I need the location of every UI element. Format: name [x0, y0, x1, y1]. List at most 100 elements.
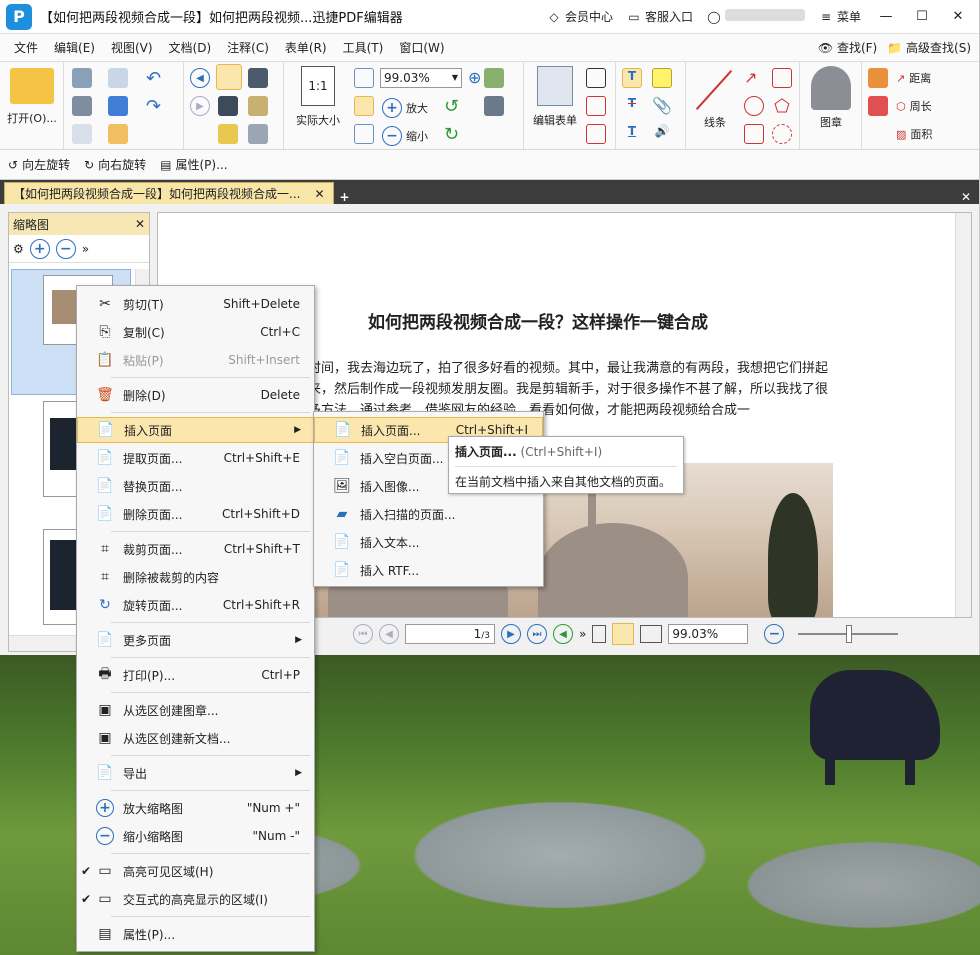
pentagon-icon[interactable]: ⬠ [772, 96, 792, 117]
menu-item-shrink-thumbs[interactable]: − 缩小缩略图 "Num -" [77, 823, 314, 849]
distance-button[interactable]: ↗ 距离 [896, 70, 931, 86]
line-button[interactable]: 线条 [690, 66, 740, 130]
maximize-button[interactable]: ☐ [911, 9, 933, 24]
new-doc-icon[interactable] [108, 124, 128, 144]
double-chevron-icon[interactable]: » [82, 242, 89, 256]
perimeter-button[interactable]: ⬡ 周长 [896, 98, 932, 114]
rotate-ccw-icon[interactable]: ↺ [444, 96, 464, 117]
menu-item-properties[interactable]: ▤ 属性(P)... [77, 921, 314, 947]
advanced-find-button[interactable]: 📁 高级查找(S) [887, 39, 971, 56]
snapshot-icon[interactable] [248, 68, 268, 88]
scan-icon[interactable] [108, 96, 128, 116]
menu-comment[interactable]: 注释(C) [219, 39, 277, 56]
zoom-in-button[interactable]: + 放大 [382, 98, 428, 118]
customer-service-button[interactable]: ▭ 客服入口 [627, 8, 693, 25]
prev-page-icon[interactable]: ◀ [379, 624, 399, 644]
attach-icon[interactable]: 📎 [652, 96, 672, 116]
menu-file[interactable]: 文件 [6, 39, 46, 56]
gear-icon[interactable]: ⚙ [13, 242, 24, 256]
fit-width-icon[interactable] [354, 96, 374, 116]
open-button[interactable]: 打开(O)... [6, 68, 58, 126]
tab-close-icon[interactable]: ✕ [314, 187, 324, 201]
menu-item-print[interactable]: 🖶 打印(P)... Ctrl+P [77, 662, 314, 688]
menu-item-crop-page[interactable]: ⌗ 裁剪页面... Ctrl+Shift+T [77, 536, 314, 562]
text-box-icon[interactable] [586, 96, 606, 116]
edit-form-button[interactable]: 编辑表单 [528, 66, 582, 128]
underline-icon[interactable]: T [622, 124, 642, 144]
select-text-icon[interactable] [218, 96, 238, 116]
chevron-icon[interactable]: » [579, 627, 586, 641]
menu-edit[interactable]: 编辑(E) [46, 39, 103, 56]
status-zoom-out-icon[interactable]: − [764, 624, 785, 644]
sound-icon[interactable]: 🔊 [652, 124, 672, 144]
menu-item-insert-page[interactable]: 📄 插入页面 ▶ [77, 417, 314, 443]
actual-size-button[interactable]: 1:1 实际大小 [292, 66, 344, 128]
save-icon[interactable] [72, 68, 92, 88]
menu-item-rotate-page[interactable]: ↻ 旋转页面... Ctrl+Shift+R [77, 592, 314, 618]
back-icon[interactable]: ◀ [190, 68, 210, 88]
zoom-select[interactable]: 99.03% ▼ [380, 68, 462, 88]
rotate-left-button[interactable]: ↺ 向左旋转 [8, 156, 70, 173]
strikeout-icon[interactable]: T [622, 96, 642, 116]
forward-icon[interactable]: ▶ [190, 96, 210, 116]
menu-item-delete[interactable]: 🗑 删除(D) Delete [77, 382, 314, 408]
menu-window[interactable]: 窗口(W) [391, 39, 452, 56]
pencil-icon[interactable] [868, 68, 888, 88]
properties-button[interactable]: ▤ 属性(P)... [160, 156, 227, 173]
menu-item-cut[interactable]: ✂ 剪切(T) Shift+Delete [77, 291, 314, 317]
email-icon[interactable] [108, 68, 128, 88]
menu-item-replace-page[interactable]: 📄 替换页面... [77, 473, 314, 499]
undo-icon[interactable]: ↶ [146, 68, 166, 89]
cloud-icon[interactable] [772, 124, 792, 144]
note-icon[interactable] [218, 124, 238, 144]
arrow-icon[interactable]: ↗ [744, 68, 764, 88]
vip-center-button[interactable]: ◇ 会员中心 [547, 8, 613, 25]
text-field-icon[interactable] [586, 68, 606, 88]
find-button[interactable]: 👁 查找(F) [818, 39, 877, 56]
hand-tool-icon[interactable] [216, 64, 242, 90]
comment-icon[interactable] [652, 68, 672, 88]
stamp-button[interactable]: 图章 [806, 66, 856, 130]
new-tab-icon[interactable]: + [340, 190, 350, 204]
menu-item-extract-page[interactable]: 📄 提取页面... Ctrl+Shift+E [77, 445, 314, 471]
menu-item-delete-cropped[interactable]: ⌗ 删除被裁剪的内容 [77, 564, 314, 590]
close-button[interactable]: ✕ [947, 9, 969, 24]
main-menu-button[interactable]: ≡ 菜单 [819, 8, 861, 25]
facing-page-icon[interactable] [640, 625, 663, 643]
history-back-icon[interactable]: ◀ [553, 624, 573, 644]
clipboard-icon[interactable] [248, 96, 268, 116]
eraser-icon[interactable] [868, 96, 888, 116]
zoom-slider-knob[interactable] [846, 625, 853, 643]
polyline-icon[interactable] [772, 68, 792, 88]
menu-document[interactable]: 文档(D) [161, 39, 220, 56]
highlight-text-icon[interactable]: T [622, 68, 642, 88]
menu-item-interactive-highlight[interactable]: ✔ ▭ 交互式的高亮显示的区域(I) [77, 886, 314, 912]
fit-page-icon[interactable] [354, 68, 374, 88]
redo-icon[interactable]: ↷ [146, 96, 166, 117]
page-tools-icon[interactable] [248, 124, 268, 144]
status-zoom-select[interactable]: 99.03% [668, 624, 749, 644]
menu-item-create-document[interactable]: ▣ 从选区创建新文档... [77, 725, 314, 751]
image-tool-icon[interactable] [484, 68, 504, 88]
menu-item-enlarge-thumbs[interactable]: + 放大缩略图 "Num +" [77, 795, 314, 821]
rectangle-icon[interactable] [744, 124, 764, 144]
close-all-icon[interactable]: ✕ [961, 190, 971, 204]
thumb-zoom-out-icon[interactable]: − [55, 238, 76, 259]
submenu-insert-scanned[interactable]: ▰ 插入扫描的页面... [314, 501, 543, 527]
user-account[interactable]: ◯ [707, 9, 805, 24]
zoom-out-button[interactable]: − 缩小 [382, 126, 428, 146]
rotate-cw-icon[interactable]: ↻ [444, 124, 464, 145]
submenu-insert-text[interactable]: 📄 插入文本... [314, 529, 543, 555]
export-doc-icon[interactable] [72, 124, 92, 144]
ellipse-icon[interactable] [744, 96, 764, 116]
minimize-button[interactable]: — [875, 9, 897, 24]
last-page-icon[interactable]: ⏭ [527, 624, 547, 644]
fit-visible-icon[interactable] [354, 124, 374, 144]
next-page-icon[interactable]: ▶ [501, 624, 521, 644]
menu-tools[interactable]: 工具(T) [335, 39, 392, 56]
single-page-icon[interactable] [592, 625, 607, 643]
menu-item-copy[interactable]: ⎘ 复制(C) Ctrl+C [77, 319, 314, 345]
thumb-zoom-in-icon[interactable]: + [29, 238, 50, 259]
callout-icon[interactable] [586, 124, 606, 144]
menu-item-create-stamp[interactable]: ▣ 从选区创建图章... [77, 697, 314, 723]
